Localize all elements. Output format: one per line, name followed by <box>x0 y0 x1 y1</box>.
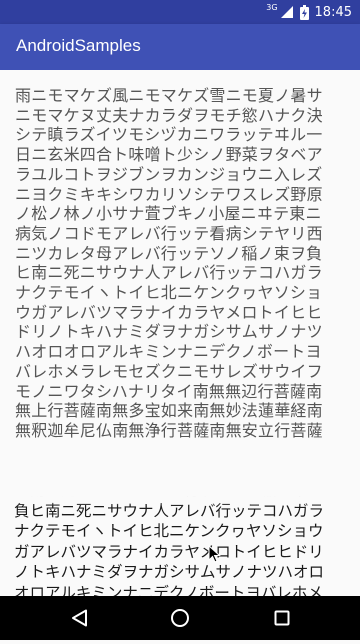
scrolling-text: ニ南ニ死ニサウナ人アバ行ッテソノ稲ノ束ヲ負ヒ南ニ死ニサウナ人アレバ行ッテコハガラ… <box>14 496 325 596</box>
scrolling-text-view[interactable]: ニ南ニ死ニサウナ人アバ行ッテソノ稲ノ束ヲ負ヒ南ニ死ニサウナ人アレバ行ッテコハガラ… <box>14 496 348 596</box>
app-title: AndroidSamples <box>16 36 141 55</box>
recents-button[interactable] <box>252 596 312 640</box>
status-time: 18:45 <box>314 4 352 20</box>
signal-icon <box>280 6 293 18</box>
network-type-label: 3G <box>266 2 278 12</box>
back-button[interactable] <box>50 596 110 640</box>
fade-edge <box>14 496 348 506</box>
home-icon <box>171 609 189 627</box>
status-bar: 3G 18:45 <box>0 0 360 24</box>
app-bar: AndroidSamples <box>0 24 360 70</box>
mouse-cursor-icon <box>208 545 221 563</box>
content-area: 雨ニモマケズ風ニモマケズ雪ニモ夏ノ暑サニモマケヌ丈夫ナカラダヲモチ慾ハナク決シテ… <box>0 70 360 596</box>
poem-text: 雨ニモマケズ風ニモマケズ雪ニモ夏ノ暑サニモマケヌ丈夫ナカラダヲモチ慾ハナク決シテ… <box>15 86 323 440</box>
home-button[interactable] <box>150 596 210 640</box>
navigation-bar <box>0 596 360 640</box>
status-icons: 3G 18:45 <box>266 0 352 24</box>
back-icon <box>72 609 87 627</box>
recents-icon <box>274 610 290 626</box>
battery-icon <box>299 4 309 20</box>
